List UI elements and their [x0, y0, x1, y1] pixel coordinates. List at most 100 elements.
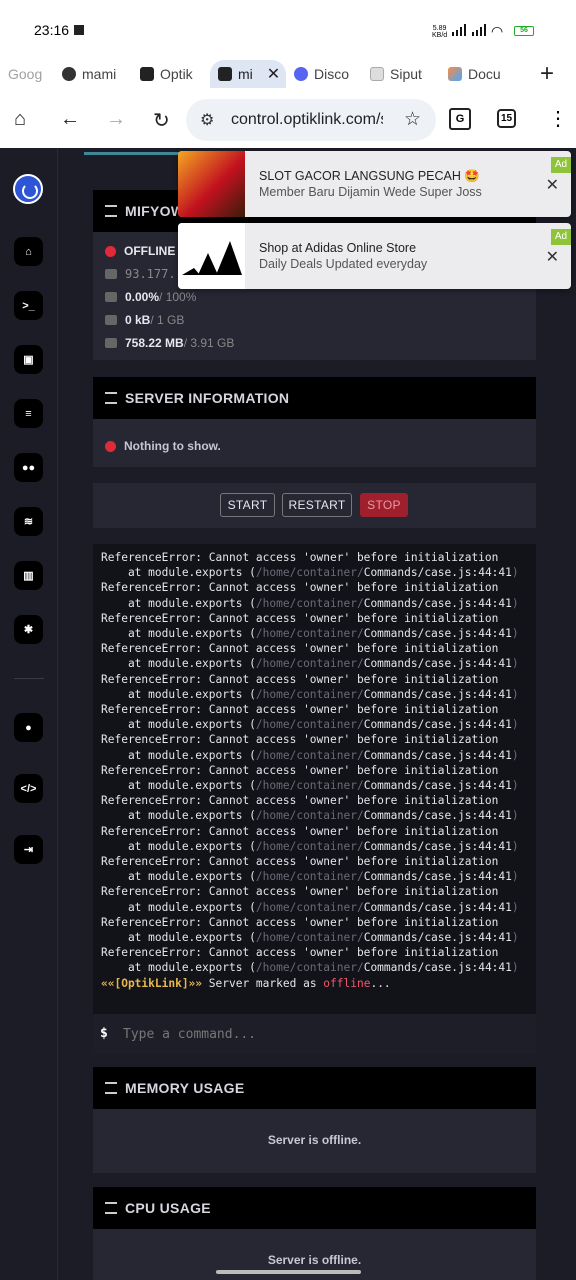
tab-siput[interactable]: Siput	[370, 60, 426, 88]
logout-icon[interactable]: ⇥	[14, 835, 43, 864]
error-text: ReferenceError: Cannot access 'owner' be…	[101, 855, 499, 868]
tab-label: Disco	[314, 66, 350, 82]
bookmark-star-icon[interactable]: ☆	[404, 108, 421, 131]
stack-file: Commands/case.js:44:41	[363, 596, 512, 610]
stack-prefix: at module.exports (	[101, 809, 256, 823]
console-line-stack: at module.exports (/home/container/Comma…	[101, 627, 519, 640]
stack-close: )	[511, 566, 519, 580]
console-line-stack: at module.exports (/home/container/Comma…	[101, 931, 519, 944]
command-input[interactable]	[123, 1022, 523, 1046]
stack-path: /home/container/	[255, 657, 364, 671]
console-line-stack: at module.exports (/home/container/Comma…	[101, 749, 519, 762]
restart-button[interactable]: RESTART	[282, 493, 352, 517]
forward-icon[interactable]: →	[106, 108, 126, 131]
start-button[interactable]: START	[220, 493, 275, 517]
offline-message: Server is offline.	[267, 1133, 362, 1147]
ad-banner-slot[interactable]: SLOT GACOR LANGSUNG PECAH 🤩 Member Baru …	[178, 151, 571, 217]
panel-title: MEMORY USAGE	[125, 1080, 245, 1096]
stack-close: )	[511, 870, 519, 884]
signal-icon-2	[472, 24, 486, 36]
tab-github[interactable]: mami	[62, 60, 122, 88]
ad-banner-adidas[interactable]: Shop at Adidas Online Store Daily Deals …	[178, 223, 571, 289]
stack-file: Commands/case.js:44:41	[363, 900, 512, 914]
ad-title: SLOT GACOR LANGSUNG PECAH 🤩	[259, 169, 480, 183]
address-bar[interactable]: ⚙ control.optiklink.com/s ☆	[186, 99, 436, 141]
ad-image	[178, 151, 245, 217]
console-line-error: ReferenceError: Cannot access 'owner' be…	[101, 794, 498, 807]
tab-docu[interactable]: Docu	[448, 60, 504, 88]
power-logo-icon[interactable]	[13, 174, 43, 204]
close-ad-icon[interactable]: ✕	[546, 175, 559, 195]
database-icon[interactable]: ≡	[14, 399, 43, 428]
browser-tab-strip: Goog mami Optik mi ✕ Disco Siput Docu +	[0, 56, 576, 92]
close-tab-icon[interactable]: ✕	[267, 64, 280, 84]
stack-file: Commands/case.js:44:41	[363, 627, 512, 640]
console-icon[interactable]: >_	[14, 291, 43, 320]
account-icon[interactable]: ●	[14, 713, 43, 742]
new-tab-icon[interactable]: +	[540, 60, 554, 88]
power-controls: START RESTART STOP	[93, 483, 536, 528]
back-icon[interactable]: ←	[60, 108, 80, 131]
console-line-stack: at module.exports (/home/container/Comma…	[101, 657, 519, 670]
empty-state: Nothing to show.	[105, 439, 221, 453]
stack-path: /home/container/	[255, 748, 364, 762]
error-text: ReferenceError: Cannot access 'owner' be…	[101, 551, 499, 564]
menu-kebab-icon[interactable]: ⋮	[548, 106, 568, 131]
site-settings-icon[interactable]: ⚙	[200, 110, 214, 130]
error-text: ReferenceError: Cannot access 'owner' be…	[101, 885, 499, 899]
tab-optiklink[interactable]: Optik	[140, 60, 198, 88]
users-icon[interactable]: ●●	[14, 453, 43, 482]
stack-file: Commands/case.js:44:41	[363, 748, 512, 762]
file-icon[interactable]: ▣	[14, 345, 43, 374]
stack-path: /home/container/	[255, 779, 364, 792]
console-line-stack: at module.exports (/home/container/Comma…	[101, 961, 519, 974]
translate-icon[interactable]: G	[449, 108, 471, 130]
reload-icon[interactable]: ↻	[153, 108, 170, 133]
status-dot-icon	[105, 440, 116, 452]
discord-icon	[294, 67, 308, 81]
stack-path: /home/container/	[255, 687, 364, 701]
network-icon[interactable]: ≋	[14, 507, 43, 536]
console-output[interactable]: ReferenceError: Cannot access 'owner' be…	[93, 544, 536, 1014]
battery-icon: 56	[514, 26, 534, 36]
wifi-icon: ◠	[491, 23, 504, 39]
stack-close: )	[511, 779, 519, 792]
panel-header: SERVER INFORMATION	[93, 377, 536, 419]
error-text: ReferenceError: Cannot access 'owner' be…	[101, 611, 499, 625]
gesture-bar[interactable]	[216, 1270, 361, 1274]
main-content: MIFYOW OFFLINE 93.177. 0.00% / 100% 0 kB…	[58, 148, 576, 1280]
console-line-error: ReferenceError: Cannot access 'owner' be…	[101, 612, 498, 625]
tab-discord[interactable]: Disco	[294, 60, 354, 88]
github-icon	[62, 67, 76, 81]
home-icon[interactable]: ⌂	[14, 108, 26, 131]
stack-path: /home/container/	[255, 961, 364, 975]
stack-prefix: at module.exports (	[101, 566, 256, 580]
ad-title: Shop at Adidas Online Store	[259, 241, 417, 255]
settings-gear-icon[interactable]: ✱	[14, 615, 43, 644]
server-state: OFFLINE	[105, 244, 175, 258]
stack-prefix: at module.exports (	[101, 839, 256, 853]
stack-file: Commands/case.js:44:41	[363, 657, 512, 671]
memory-value: 758.22 MB	[125, 336, 184, 350]
stack-path: /home/container/	[255, 931, 364, 944]
dashboard-icon[interactable]: ⌂	[14, 237, 43, 266]
stack-file: Commands/case.js:44:41	[363, 718, 512, 732]
stack-file: Commands/case.js:44:41	[363, 931, 512, 944]
close-ad-icon[interactable]: ✕	[546, 247, 559, 267]
tab-active[interactable]: mi ✕	[210, 60, 286, 88]
stop-button[interactable]: STOP	[360, 493, 408, 517]
tab-count-button[interactable]: 15	[497, 109, 516, 128]
ad-subtitle: Daily Deals Updated everyday	[259, 257, 428, 271]
tab-label: Goog	[8, 66, 43, 82]
ip-text: 93.177.	[125, 267, 176, 281]
tab-google[interactable]: Goog	[8, 60, 48, 88]
error-text: ReferenceError: Cannot access 'owner' be…	[101, 794, 499, 808]
stack-file: Commands/case.js:44:41	[363, 870, 512, 884]
stack-prefix: at module.exports (	[101, 748, 256, 762]
code-icon[interactable]: </>	[14, 774, 43, 803]
stack-path: /home/container/	[255, 596, 364, 610]
schedule-icon[interactable]: ▥	[14, 561, 43, 590]
memory-usage-panel: MEMORY USAGE Server is offline.	[93, 1067, 536, 1173]
stack-prefix: at module.exports (	[101, 687, 256, 701]
console-line-stack: at module.exports (/home/container/Comma…	[101, 809, 519, 822]
